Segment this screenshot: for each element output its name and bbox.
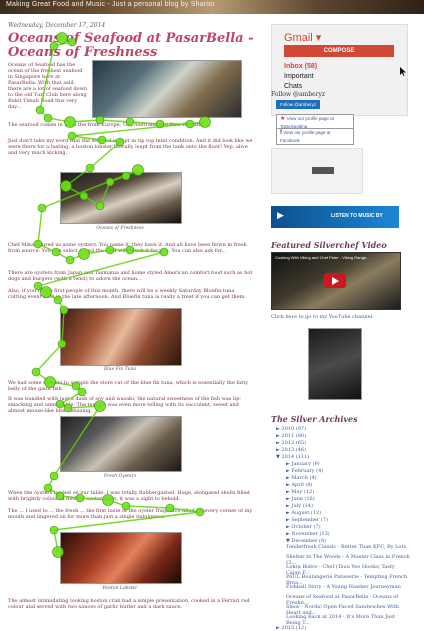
gaze-path-line — [34, 37, 206, 553]
gaze-fixation-point — [55, 399, 65, 409]
gaze-fixation-point — [53, 295, 63, 305]
gaze-fixation-point — [43, 483, 53, 493]
gaze-fixation-point — [64, 116, 76, 128]
gaze-fixation-point — [33, 239, 43, 249]
gaze-fixation-point — [199, 116, 211, 128]
gaze-fixation-point — [55, 491, 65, 501]
gaze-fixation-point — [121, 501, 131, 511]
gaze-fixation-point — [121, 171, 131, 181]
gaze-fixation-point — [95, 201, 105, 211]
gaze-fixation-point — [155, 119, 165, 129]
gaze-fixation-point — [102, 494, 114, 506]
gaze-fixation-point — [95, 115, 105, 125]
gaze-fixation-point — [56, 32, 68, 44]
gaze-fixation-point — [79, 191, 89, 201]
gaze-fixation-point — [63, 403, 73, 413]
gaze-fixation-point — [49, 471, 59, 481]
gaze-fixation-point — [59, 305, 69, 315]
gaze-fixation-point — [125, 117, 135, 127]
gaze-fixation-point — [115, 137, 125, 147]
gaze-fixation-point — [37, 203, 47, 213]
gaze-fixation-point — [52, 546, 64, 558]
gaze-fixation-point — [49, 41, 59, 51]
gaze-fixation-point — [105, 245, 115, 255]
gaze-fixation-point — [33, 281, 43, 291]
gaze-fixation-point — [43, 113, 53, 123]
gaze-fixation-point — [185, 119, 195, 129]
gaze-fixation-point — [71, 381, 81, 391]
gaze-fixation-point — [132, 164, 144, 176]
gaze-fixation-point — [65, 255, 75, 265]
gaze-overlay — [31, 32, 211, 558]
gaze-fixation-point — [60, 180, 72, 192]
gaze-fixation-point — [31, 367, 41, 377]
gaze-fixation-point — [85, 163, 95, 173]
gaze-fixation-point — [195, 507, 205, 517]
gaze-fixation-point — [57, 339, 67, 349]
archive-year-link[interactable]: ► 2015 (12) — [276, 625, 306, 631]
gaze-fixation-point — [105, 177, 115, 187]
gaze-fixation-point — [49, 525, 59, 535]
gaze-fixation-point — [94, 400, 106, 412]
gaze-fixation-point — [165, 503, 175, 513]
gaze-fixation-point — [75, 493, 85, 503]
gaze-fixation-point — [125, 245, 135, 255]
gaze-fixation-point — [67, 131, 77, 141]
gaze-fixation-point — [97, 135, 107, 145]
gaze-fixation-point — [35, 105, 45, 115]
gaze-fixation-point — [159, 247, 169, 257]
gaze-fixation-point — [67, 37, 77, 47]
gaze-fixation-point — [40, 286, 52, 298]
gaze-fixation-point — [77, 387, 87, 397]
gaze-fixation-point — [51, 247, 61, 257]
gaze-fixation-point — [78, 248, 90, 260]
gaze-fixation-point — [44, 376, 56, 388]
